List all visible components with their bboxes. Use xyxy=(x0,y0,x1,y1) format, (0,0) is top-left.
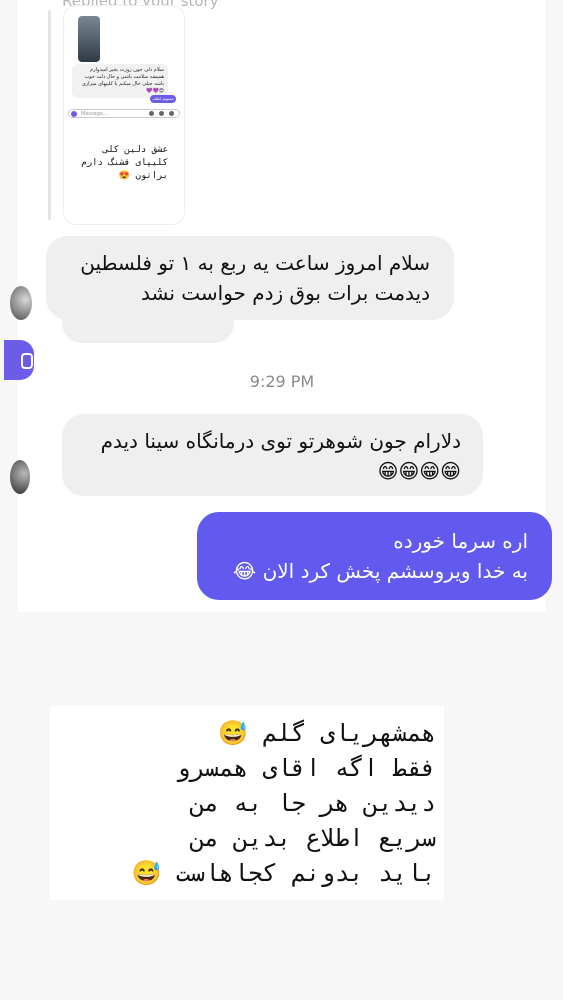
timestamp: 9:29 PM xyxy=(249,372,315,391)
caption-overlay-text: همشهریای گلم 😅 فقط اگه اقای همسرو دیدین … xyxy=(131,719,436,887)
gallery-icon xyxy=(159,111,164,116)
mic-icon xyxy=(149,111,154,116)
story-message-input: Message... xyxy=(68,109,180,118)
sender-avatar[interactable] xyxy=(10,460,30,494)
story-caption: عشق دلین کلی کلیپای قشنگ دارم براتون 😍 xyxy=(81,145,168,181)
story-reply-pill: ممنونم لطف داری xyxy=(150,95,176,109)
story-message: سلام دلی جون روزت بخیر امیدوارم همیشه سل… xyxy=(72,64,168,98)
story-reply-bar xyxy=(48,10,51,220)
sticker-icon xyxy=(169,111,174,116)
chat-thread-screenshot: Replied to your story سلام دلی جون روزت … xyxy=(4,0,552,612)
story-avatar-image xyxy=(78,16,100,62)
message-bubble-incoming-2[interactable]: دلارام جون شوهرتو توی درمانگاه سینا دیدم… xyxy=(62,414,483,496)
badge-icon xyxy=(21,353,33,369)
sender-avatar[interactable] xyxy=(10,286,32,320)
story-input-placeholder: Message... xyxy=(81,111,108,117)
message-bubble-outgoing[interactable]: اره سرما خورده به خدا ویروسشم پخش کرد ال… xyxy=(197,512,552,600)
camera-icon xyxy=(71,111,77,117)
story-preview[interactable]: سلام دلی جون روزت بخیر امیدوارم همیشه سل… xyxy=(64,6,184,224)
caption-overlay: همشهریای گلم 😅 فقط اگه اقای همسرو دیدین … xyxy=(50,706,444,900)
message-bubble-incoming-1[interactable]: سلام امروز ساعت یه ربع به ۱ تو فلسطین دی… xyxy=(46,236,454,320)
